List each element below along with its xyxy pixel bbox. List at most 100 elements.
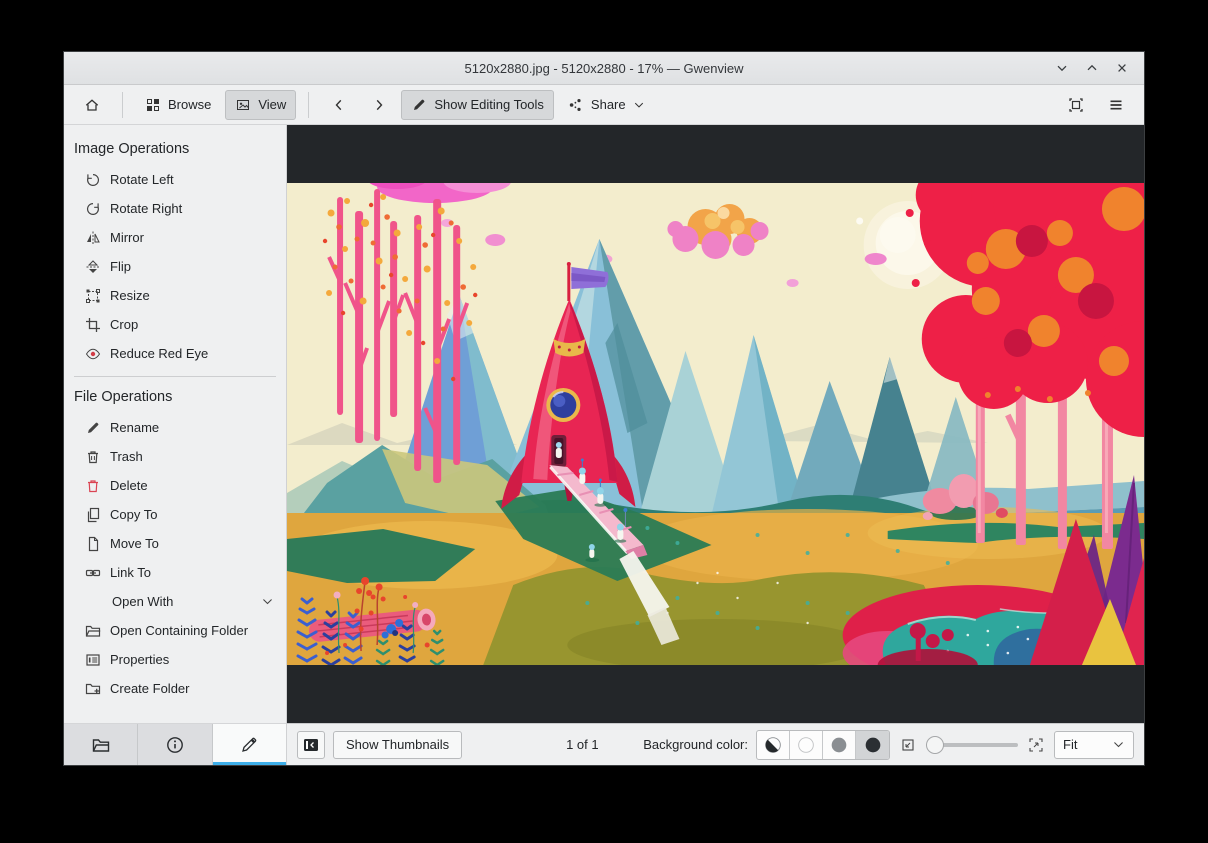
minimize-button[interactable] [1052,58,1072,78]
delete-icon [85,478,101,494]
folder-new-icon [85,681,101,697]
sidebar-item-crop[interactable]: Crop [64,310,286,339]
chevron-down-icon [1114,742,1123,748]
sidebar-item-open-containing-folder[interactable]: Open Containing Folder [64,616,286,645]
view-photo-icon [237,99,250,110]
sidebar-item-rotate-left[interactable]: Rotate Left [64,165,286,194]
maximize-icon [1087,64,1097,71]
close-button[interactable] [1112,58,1132,78]
crop-icon [85,317,101,333]
show-editing-tools-label: Show Editing Tools [434,97,544,112]
gray-circle-icon [831,737,847,752]
chevron-left-icon [335,99,342,110]
sidebar-item-resize[interactable]: Resize [64,281,286,310]
edit-pencil-icon [242,737,257,752]
sidebar-item-properties[interactable]: Properties [64,645,286,674]
chevron-down-icon [634,102,643,108]
sidebar-item-rotate-right[interactable]: Rotate Right [64,194,286,223]
black-circle-icon [865,737,880,752]
link-icon [85,565,101,581]
red-eye-icon [85,346,101,362]
browse-grid-icon [147,98,159,111]
sidebar-item-rename[interactable]: Rename [64,413,286,442]
close-icon [1118,64,1126,72]
background-color-label: Background color: [643,737,748,752]
minimize-icon [1057,65,1067,72]
bg-white-swatch[interactable] [790,730,823,759]
trash-icon [85,449,101,465]
sidebar-item-move-to[interactable]: Move To [64,529,286,558]
sidebar-item-trash[interactable]: Trash [64,442,286,471]
show-editing-tools-button[interactable]: Show Editing Tools [401,89,554,120]
sidebar-item-flip[interactable]: Flip [64,252,286,281]
menu-button[interactable] [1098,90,1134,120]
share-icon [569,98,581,111]
show-thumbnails-button[interactable]: Show Thumbnails [333,730,463,759]
tab-information[interactable] [138,724,213,765]
sidebar-item-copy-to[interactable]: Copy To [64,500,286,529]
white-circle-icon [798,736,814,753]
sidebar: Image Operations Rotate Left Rotate Righ… [64,125,287,765]
titlebar[interactable]: 5120x2880.jpg - 5120x2880 - 17% — Gwenvi… [64,52,1144,85]
file-operations-title: File Operations [74,389,173,405]
home-button[interactable] [74,90,110,120]
fullscreen-icon [1069,97,1083,112]
zoom-slider[interactable] [926,735,1018,755]
maximize-button[interactable] [1082,58,1102,78]
toggle-sidebar-button[interactable] [297,730,325,759]
sidebar-item-reduce-red-eye[interactable]: Reduce Red Eye [64,339,286,368]
zoom-fit-button[interactable] [898,735,918,755]
view-button[interactable]: View [225,89,297,120]
chevron-down-icon [261,595,274,608]
window-title: 5120x2880.jpg - 5120x2880 - 17% — Gwenvi… [464,60,744,76]
bg-black-swatch[interactable] [856,730,889,759]
enlarge-icon [1029,737,1043,752]
bg-auto-swatch[interactable] [757,730,790,759]
share-label: Share [590,97,626,112]
go-forward-button[interactable] [361,90,397,120]
toolbar: Browse View Show Editing Tools Share [64,85,1144,125]
gwenview-window: 5120x2880.jpg - 5120x2880 - 17% — Gwenvi… [63,51,1145,766]
folder-open-icon [85,623,101,639]
sidebar-item-delete[interactable]: Delete [64,471,286,500]
view-label: View [258,97,287,112]
chevron-right-icon [377,99,383,110]
image-view[interactable] [287,125,1144,723]
rename-icon [85,420,101,436]
tab-operations[interactable] [212,724,287,765]
copy-icon [85,507,101,523]
bg-gray-swatch[interactable] [823,730,856,759]
sidebar-item-link-to[interactable]: Link To [64,558,286,587]
image-content [287,183,1144,665]
sidebar-item-mirror[interactable]: Mirror [64,223,286,252]
toolbar-separator [122,91,123,118]
folder-icon [92,738,109,752]
home-icon [85,98,99,111]
rotate-left-icon [85,172,101,188]
go-back-button[interactable] [321,90,357,120]
toolbar-separator [308,91,310,118]
browse-button[interactable]: Browse [135,90,221,120]
share-button[interactable]: Share [558,90,655,120]
tab-folders[interactable] [64,724,139,765]
mirror-icon [85,230,101,246]
zoom-slider-handle[interactable] [926,735,944,754]
image-counter: 1 of 1 [566,737,599,752]
pencil-icon [414,99,425,110]
browse-label: Browse [168,97,212,112]
viewer-column: Show Thumbnails 1 of 1 Background color: [287,125,1144,765]
sidebar-item-open-with[interactable]: Open With [64,587,286,616]
sidebar-item-create-folder[interactable]: Create Folder [64,674,286,703]
zoom-enlarge-button[interactable] [1026,735,1046,755]
sidebar-tabs [64,723,287,765]
section-divider [74,376,276,377]
background-color-group [756,729,890,760]
hamburger-icon [1110,99,1122,110]
info-icon [167,736,183,753]
window-controls [1052,58,1144,78]
properties-icon [85,652,101,668]
half-circle-icon [765,736,781,753]
fullscreen-button[interactable] [1058,90,1094,120]
zoom-mode-select[interactable]: Fit [1054,730,1134,759]
statusbar: Show Thumbnails 1 of 1 Background color: [287,723,1144,765]
